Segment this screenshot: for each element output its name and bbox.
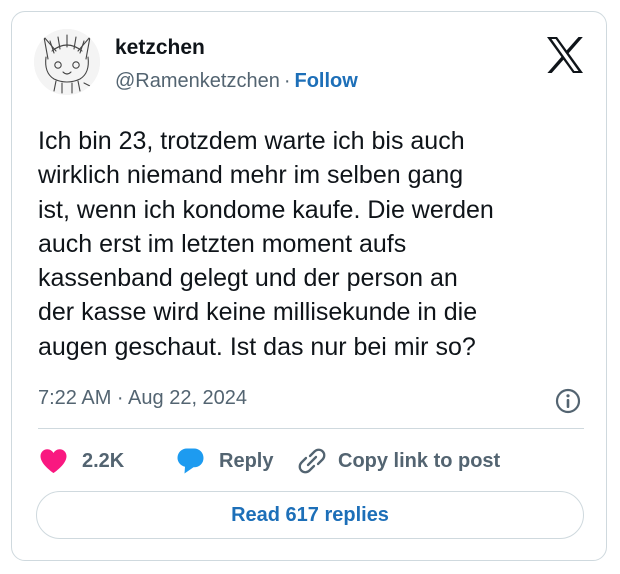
reply-button[interactable]: Reply — [176, 446, 273, 476]
read-replies-label: Read 617 replies — [231, 503, 389, 526]
tweet-text-line: auch erst im letzten moment aufs — [38, 229, 407, 258]
tweet-text-line: wirklich niemand mehr im selben gang — [38, 161, 464, 190]
heart-icon — [40, 449, 67, 473]
avatar[interactable] — [34, 29, 100, 95]
tweet-text-line: Ich bin 23, trotzdem warte ich bis auch — [38, 127, 465, 155]
tweet-text-line: kassenband gelegt und der person an — [38, 264, 458, 293]
copy-link-label: Copy link to post — [338, 449, 501, 472]
tweet-text-line: augen geschaut. Ist das nur bei mir so? — [38, 332, 476, 361]
separator-dot: · — [283, 70, 291, 92]
tweet-timestamp[interactable]: 7:22 AM · Aug 22, 2024 — [38, 387, 247, 410]
like-button[interactable]: 2.2K — [39, 446, 124, 476]
author-display-name[interactable]: ketzchen — [115, 36, 205, 60]
tweet-text: Ich bin 23, trotzdem warte ich bis auch … — [38, 124, 598, 364]
link-icon — [298, 448, 326, 474]
divider — [38, 428, 584, 429]
tweet-text-line: der kasse wird keine millisekunde in die — [38, 298, 478, 327]
read-replies-button[interactable]: Read 617 replies — [36, 491, 584, 539]
avatar-sketch-image — [34, 29, 100, 95]
copy-link-button[interactable]: Copy link to post — [298, 446, 500, 476]
author-handle[interactable]: @Ramenketzchen — [115, 70, 280, 92]
x-logo-icon[interactable] — [545, 36, 585, 74]
like-count: 2.2K — [82, 449, 125, 472]
tweet-embed-card: ketzchen @Ramenketzchen · Follow Ich bin 2… — [11, 11, 607, 561]
author-handle-row: @Ramenketzchen · Follow — [115, 70, 358, 93]
reply-label: Reply — [219, 449, 274, 472]
tweet-text-line: ist, wenn ich kondome kaufe. Die werden — [38, 195, 494, 224]
info-icon[interactable] — [554, 387, 582, 415]
speech-bubble-icon — [177, 448, 204, 474]
follow-link[interactable]: Follow — [295, 70, 358, 92]
